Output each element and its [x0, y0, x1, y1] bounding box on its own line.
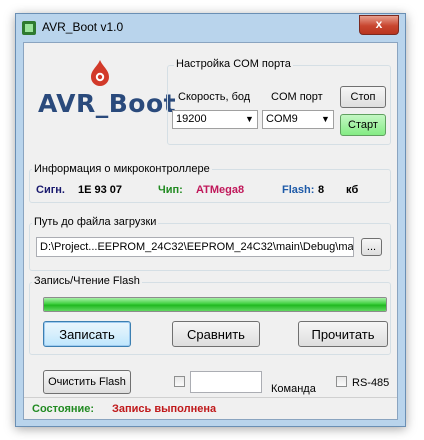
flash-progress-bar	[43, 297, 387, 312]
command-input[interactable]	[190, 371, 262, 393]
command-label: Команда	[271, 383, 316, 395]
baud-rate-select[interactable]: 19200 ▼	[172, 110, 258, 129]
signature-label: Сигн.	[36, 184, 65, 196]
chevron-down-icon: ▼	[245, 114, 254, 124]
app-window: AVR_Boot v1.0 x AVR_Boot Настройка COM п…	[15, 13, 406, 427]
logo: AVR_Boot	[38, 59, 177, 135]
start-button[interactable]: Старт	[340, 114, 386, 136]
com-settings-title: Настройка COM порта	[174, 58, 293, 70]
baud-rate-label: Скорость, бод	[178, 91, 251, 103]
status-bar: Состояние: Запись выполнена	[24, 397, 397, 419]
file-path-title: Путь до файла загрузки	[32, 216, 159, 228]
avr-drop-icon	[91, 60, 109, 86]
clear-flash-button[interactable]: Очистить Flash	[43, 370, 131, 394]
close-icon: x	[375, 17, 383, 31]
flash-size-label: Flash:	[282, 184, 315, 196]
title-bar[interactable]: AVR_Boot v1.0 x	[16, 14, 405, 42]
window-title: AVR_Boot v1.0	[42, 20, 124, 34]
com-port-label: COM порт	[271, 91, 323, 103]
com-port-select[interactable]: COM9 ▼	[262, 110, 334, 129]
main-panel: AVR_Boot Настройка COM порта Скорость, б…	[23, 42, 398, 420]
flash-ops-title: Запись/Чтение Flash	[32, 275, 142, 287]
signature-value: 1E 93 07	[78, 184, 123, 196]
app-icon	[22, 21, 36, 35]
logo-text: AVR_Boot	[38, 89, 177, 118]
command-checkbox[interactable]	[174, 376, 185, 387]
flash-progress-fill	[44, 298, 386, 311]
compare-button[interactable]: Сравнить	[172, 321, 260, 347]
rs485-label: RS-485	[352, 377, 390, 389]
status-label: Состояние:	[32, 403, 95, 415]
write-button[interactable]: Записать	[43, 321, 131, 347]
chip-label: Чип:	[158, 184, 183, 196]
close-button[interactable]: x	[359, 15, 399, 35]
file-path-field[interactable]: D:\Project...EEPROM_24C32\EEPROM_24C32\m…	[36, 237, 354, 257]
flash-size-unit: кб	[346, 184, 359, 196]
baud-rate-value: 19200	[176, 113, 207, 125]
chip-value: ATMega8	[196, 184, 245, 196]
mcu-info-title: Информация о микроконтроллере	[32, 163, 212, 175]
status-value: Запись выполнена	[112, 403, 217, 415]
com-port-value: COM9	[266, 113, 298, 125]
browse-button[interactable]: ...	[361, 238, 382, 256]
flash-size-value: 8	[318, 184, 325, 196]
stop-button[interactable]: Стоп	[340, 86, 386, 108]
read-button[interactable]: Прочитать	[298, 321, 388, 347]
chevron-down-icon: ▼	[321, 114, 330, 124]
rs485-checkbox[interactable]	[336, 376, 347, 387]
